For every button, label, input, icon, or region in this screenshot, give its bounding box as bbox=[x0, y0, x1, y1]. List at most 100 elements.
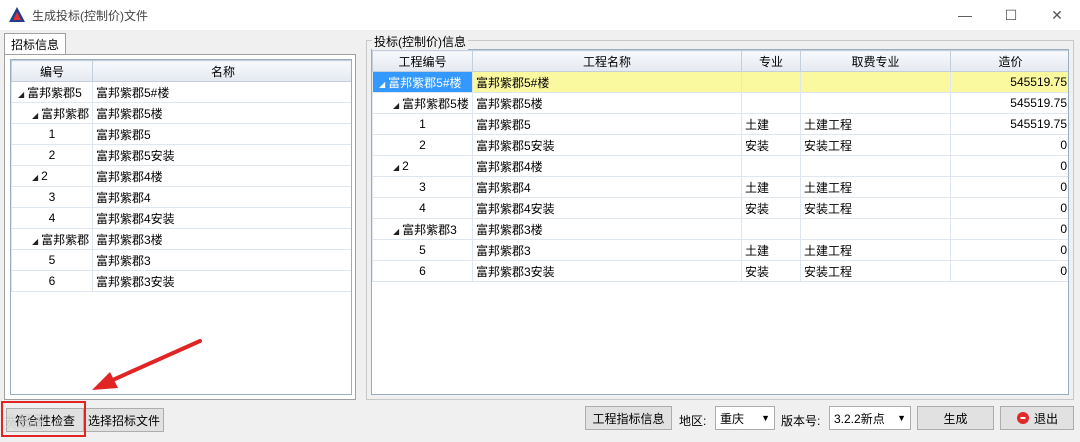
code-cell: 4 bbox=[11, 207, 93, 229]
name-cell: 富邦紫郡4安装 bbox=[92, 207, 351, 229]
table-row[interactable]: 2 富邦紫郡5安装 bbox=[11, 144, 351, 166]
column-header-name[interactable]: 名称 bbox=[92, 60, 351, 82]
fee-major-cell bbox=[800, 218, 951, 240]
table-row[interactable]: 6 富邦紫郡3安装 安装 安装工程 0 bbox=[372, 260, 1068, 282]
table-row[interactable]: 5 富邦紫郡3 土建 土建工程 0 bbox=[372, 239, 1068, 261]
table-row[interactable]: ◢ 富邦紫郡3 富邦紫郡3楼 0 bbox=[372, 218, 1068, 240]
code-cell: 2 bbox=[11, 144, 93, 166]
major-cell: 安装 bbox=[741, 260, 801, 282]
code-cell: 3 bbox=[11, 186, 93, 208]
select-tender-file-button[interactable]: 选择招标文件 bbox=[84, 408, 164, 432]
table-row[interactable]: ◢ 2 富邦紫郡4楼 0 bbox=[372, 155, 1068, 177]
name-cell: 富邦紫郡5 bbox=[92, 123, 351, 145]
region-label: 地区: bbox=[679, 414, 707, 428]
watermark-text: 大邸答 bbox=[4, 414, 46, 430]
column-header-code[interactable]: 编号 bbox=[11, 60, 93, 82]
project-code-cell: ◢ 富邦紫郡5楼 bbox=[372, 92, 473, 114]
fee-major-cell bbox=[800, 155, 951, 177]
close-button[interactable]: ✕ bbox=[1034, 0, 1080, 30]
major-cell: 安装 bbox=[741, 197, 801, 219]
table-row[interactable]: 4 富邦紫郡4安装 bbox=[11, 207, 351, 229]
code-cell: 5 bbox=[11, 249, 93, 271]
region-select[interactable]: 重庆 ▼ bbox=[715, 406, 775, 430]
version-select[interactable]: 3.2.2新点 ▼ bbox=[829, 406, 911, 430]
generate-button[interactable]: 生成 bbox=[917, 406, 994, 430]
column-header-price[interactable]: 造价 bbox=[950, 50, 1068, 72]
table-row[interactable]: ◢ 富邦紫郡5 富邦紫郡5#楼 bbox=[11, 81, 351, 103]
region-value: 重庆 bbox=[720, 411, 745, 426]
project-indicator-button[interactable]: 工程指标信息 bbox=[585, 406, 672, 430]
bid-info-group-label: 投标(控制价)信息 bbox=[372, 33, 468, 50]
tree-expander-icon[interactable]: ◢ bbox=[18, 90, 24, 99]
price-cell: 0 bbox=[950, 260, 1068, 282]
column-header-major[interactable]: 专业 bbox=[741, 50, 801, 72]
column-header-project-code[interactable]: 工程编号 bbox=[372, 50, 473, 72]
tree-expander-icon[interactable]: ◢ bbox=[393, 163, 399, 172]
table-row[interactable]: ◢ 富邦紫郡5楼 富邦紫郡5楼 545519.75 bbox=[372, 92, 1068, 114]
maximize-button[interactable]: ☐ bbox=[988, 0, 1034, 30]
price-cell: 0 bbox=[950, 134, 1068, 156]
code-text: 2 bbox=[48, 148, 56, 162]
major-cell bbox=[741, 71, 801, 93]
fee-major-cell: 安装工程 bbox=[800, 260, 951, 282]
table-row[interactable]: 6 富邦紫郡3安装 bbox=[11, 270, 351, 292]
project-code-text: 2 bbox=[419, 138, 426, 152]
price-cell: 0 bbox=[950, 155, 1068, 177]
project-name-cell: 富邦紫郡5#楼 bbox=[472, 71, 742, 93]
project-name-cell: 富邦紫郡5楼 bbox=[472, 92, 742, 114]
name-cell: 富邦紫郡5楼 bbox=[92, 102, 351, 124]
code-text: 富邦紫郡 bbox=[41, 106, 90, 121]
project-code-cell: 1 bbox=[372, 113, 473, 135]
project-code-text: 6 bbox=[419, 264, 426, 278]
table-row[interactable]: 4 富邦紫郡4安装 安装 安装工程 0 bbox=[372, 197, 1068, 219]
tab-tender-info[interactable]: 招标信息 bbox=[4, 33, 66, 55]
tree-expander-icon[interactable]: ◢ bbox=[379, 80, 385, 89]
project-code-cell: 5 bbox=[372, 239, 473, 261]
project-name-cell: 富邦紫郡4楼 bbox=[472, 155, 742, 177]
table-row[interactable]: ◢ 2 富邦紫郡4楼 bbox=[11, 165, 351, 187]
code-text: 富邦紫郡 bbox=[41, 232, 90, 247]
project-code-cell: 4 bbox=[372, 197, 473, 219]
code-text: 2 bbox=[41, 169, 48, 183]
table-row[interactable]: 5 富邦紫郡3 bbox=[11, 249, 351, 271]
project-code-text: 2 bbox=[402, 159, 409, 173]
code-cell: 6 bbox=[11, 270, 93, 292]
project-code-cell: ◢ 富邦紫郡5#楼 bbox=[372, 71, 473, 93]
minimize-button[interactable]: — bbox=[942, 0, 988, 30]
project-name-cell: 富邦紫郡5安装 bbox=[472, 134, 742, 156]
exit-icon bbox=[1016, 412, 1029, 424]
table-row[interactable]: 3 富邦紫郡4 土建 土建工程 0 bbox=[372, 176, 1068, 198]
code-cell: ◢ 富邦紫郡 bbox=[11, 228, 93, 250]
tree-expander-icon[interactable]: ◢ bbox=[32, 111, 38, 120]
tree-expander-icon[interactable]: ◢ bbox=[393, 227, 399, 236]
table-row[interactable]: 2 富邦紫郡5安装 安装 安装工程 0 bbox=[372, 134, 1068, 156]
project-name-cell: 富邦紫郡3楼 bbox=[472, 218, 742, 240]
project-code-cell: 6 bbox=[372, 260, 473, 282]
table-row[interactable]: ◢ 富邦紫郡5#楼 富邦紫郡5#楼 545519.75 bbox=[372, 71, 1068, 93]
project-code-cell: ◢ 2 bbox=[372, 155, 473, 177]
table-row[interactable]: 1 富邦紫郡5 bbox=[11, 123, 351, 145]
table-row[interactable]: 1 富邦紫郡5 土建 土建工程 545519.75 bbox=[372, 113, 1068, 135]
table-row[interactable]: ◢ 富邦紫郡 富邦紫郡3楼 bbox=[11, 228, 351, 250]
chevron-down-icon: ▼ bbox=[897, 413, 906, 423]
major-cell bbox=[741, 92, 801, 114]
code-cell: 1 bbox=[11, 123, 93, 145]
name-cell: 富邦紫郡5#楼 bbox=[92, 81, 351, 103]
tree-expander-icon[interactable]: ◢ bbox=[393, 101, 399, 110]
tree-expander-icon[interactable]: ◢ bbox=[32, 237, 38, 246]
column-header-project-name[interactable]: 工程名称 bbox=[472, 50, 742, 72]
table-row[interactable]: ◢ 富邦紫郡 富邦紫郡5楼 bbox=[11, 102, 351, 124]
major-cell bbox=[741, 218, 801, 240]
project-code-text: 3 bbox=[419, 180, 426, 194]
exit-button[interactable]: 退出 bbox=[1000, 406, 1074, 430]
tree-expander-icon[interactable]: ◢ bbox=[32, 173, 38, 182]
column-header-fee-major[interactable]: 取费专业 bbox=[800, 50, 951, 72]
price-cell: 0 bbox=[950, 197, 1068, 219]
project-code-cell: 3 bbox=[372, 176, 473, 198]
table-row[interactable]: 3 富邦紫郡4 bbox=[11, 186, 351, 208]
code-cell: ◢ 富邦紫郡 bbox=[11, 102, 93, 124]
price-cell: 545519.75 bbox=[950, 92, 1068, 114]
project-code-cell: ◢ 富邦紫郡3 bbox=[372, 218, 473, 240]
project-code-text: 富邦紫郡5楼 bbox=[402, 96, 469, 111]
bid-info-grid: 工程编号 工程名称 专业 取费专业 造价 ◢ 富邦紫郡5#楼 富邦紫郡5#楼 5455… bbox=[371, 49, 1069, 395]
